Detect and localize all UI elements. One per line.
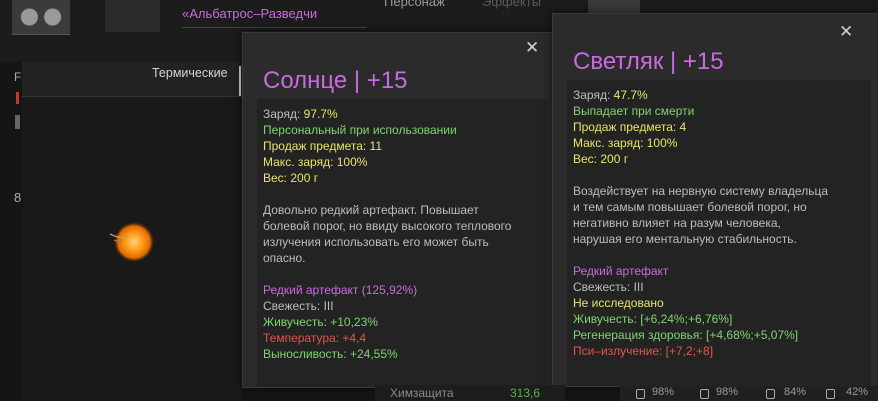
side-label: F	[14, 70, 22, 84]
stat-value: 313,6	[510, 386, 541, 400]
freshness-line: Свежесть: III	[263, 299, 334, 313]
charge-line: Заряд: 97.7%	[263, 106, 338, 122]
weight-line: Вес: 200 г	[573, 152, 629, 166]
side-marker	[16, 92, 19, 104]
stat-line: Выносливость: +24,55%	[263, 347, 398, 361]
description-line: нарушая его ментальную стабильность.	[573, 232, 797, 246]
weight-line: Вес: 200 г	[263, 171, 319, 185]
slot-percent: 98%	[652, 386, 675, 398]
artifact-tooltip-firefly: ✕ Светляк | +15 Заряд: 47.7% Выпадает пр…	[552, 13, 878, 387]
stat-label: Химзащита	[390, 386, 454, 400]
tab-effects[interactable]: Эффекты	[482, 0, 541, 9]
description-line: опасно.	[263, 251, 306, 265]
charge-label: Заряд:	[573, 88, 611, 102]
charge-value: 47.7%	[613, 88, 648, 102]
sale-line: Продаж предмета: 4	[573, 120, 687, 134]
description-line: болевой порог, но ввиду высокого теплово…	[263, 219, 512, 233]
stat-line: Живучесть: [+6,24%;+6,76%]	[573, 312, 733, 326]
close-icon[interactable]: ✕	[525, 39, 539, 56]
avatar-slot[interactable]	[105, 0, 160, 32]
charge-label: Заряд:	[263, 107, 301, 121]
stat-line: Пси–излучение: [+7,2;+8]	[573, 344, 714, 358]
charge-line: Заряд: 47.7%	[573, 87, 648, 103]
stat-line: Температура: +4,4	[263, 331, 367, 345]
tooltip-title: Светляк | +15	[573, 48, 724, 75]
description-line: негативно влияет на разум человека,	[573, 216, 781, 230]
slot-percent: 42%	[846, 386, 869, 398]
tooltip-title: Солнце | +15	[263, 67, 408, 94]
lock-icon	[766, 389, 775, 399]
freshness-line: Свежесть: III	[573, 280, 644, 294]
close-icon[interactable]: ✕	[839, 23, 853, 40]
side-number: 8	[14, 190, 22, 205]
slot-percent: 98%	[716, 386, 739, 398]
max-charge-line: Макс. заряд: 100%	[263, 155, 368, 169]
lock-icon	[636, 389, 645, 399]
description-line: и тем самым повышает болевой порог, но	[573, 200, 807, 214]
category-thermal[interactable]: Термические	[152, 66, 228, 80]
character-name: «Альбатрос–Разведчи	[182, 6, 318, 21]
character-avatar[interactable]	[12, 0, 70, 35]
divider	[182, 27, 367, 28]
description-line: Довольно редкий артефакт. Повышает	[263, 203, 479, 217]
rarity-line: Редкий артефакт (125,92%)	[263, 283, 418, 297]
artifact-tooltip-sun: ✕ Солнце | +15 Заряд: 97.7% Персональный…	[242, 32, 556, 388]
slot-percent: 84%	[784, 386, 807, 398]
category-active-indicator	[239, 66, 241, 96]
stat-line: Живучесть: +10,23%	[263, 315, 378, 329]
side-marker-2	[15, 115, 20, 129]
description-line: Воздействует на нервную систему владельц…	[573, 184, 828, 198]
stat-line: Регенерация здоровья: [+4,68%;+5,07%]	[573, 328, 799, 342]
lock-icon	[826, 389, 835, 399]
research-status: Не исследовано	[573, 296, 664, 310]
charge-value: 97.7%	[303, 107, 338, 121]
description-line: излучения использовать его может быть	[263, 235, 489, 249]
max-charge-line: Макс. заряд: 100%	[573, 136, 678, 150]
personal-line: Персональный при использовании	[263, 123, 457, 137]
drop-line: Выпадает при смерти	[573, 104, 695, 118]
tab-person[interactable]: Персонаж	[384, 0, 445, 9]
lock-icon	[700, 389, 709, 399]
artifact-icon[interactable]	[104, 218, 160, 264]
sale-line: Продаж предмета: 11	[263, 139, 383, 153]
rarity-line: Редкий артефакт	[573, 264, 669, 278]
